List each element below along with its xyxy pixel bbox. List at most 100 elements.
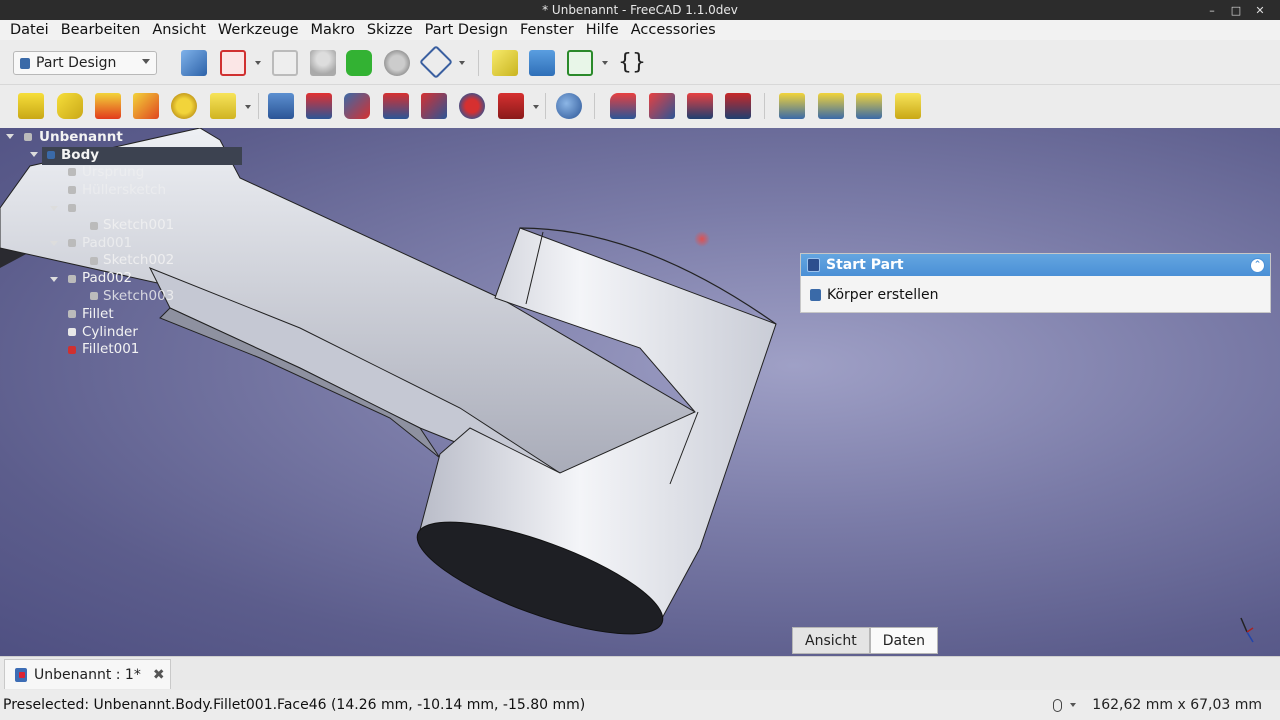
chevron-down-icon[interactable] <box>30 152 38 157</box>
tree-item-fillet001[interactable]: Fillet001 <box>82 341 139 358</box>
document-tabbar: Unbenannt : 1* ✖ <box>0 656 1280 691</box>
pad-icon[interactable] <box>18 93 44 119</box>
toolbar-separator <box>478 50 479 76</box>
close-icon[interactable]: ✕ <box>1254 4 1266 17</box>
menu-hilfe[interactable]: Hilfe <box>580 22 625 38</box>
toolbar-separator <box>764 93 765 119</box>
workbench-label: Part Design <box>36 55 117 71</box>
menu-ansicht[interactable]: Ansicht <box>146 22 212 38</box>
workbench-selector[interactable]: Part Design <box>13 51 157 75</box>
status-right: 162,62 mm x 67,03 mm <box>1053 690 1262 720</box>
tree-item-fillet[interactable]: Fillet <box>82 306 114 323</box>
chevron-down-icon[interactable] <box>1070 703 1077 707</box>
subtractive-loft-icon[interactable] <box>383 93 409 119</box>
task-panel-action[interactable]: Körper erstellen <box>801 276 1270 313</box>
fillet-icon <box>68 310 76 318</box>
pad-icon <box>68 275 76 283</box>
sub-shape-binder-icon[interactable] <box>346 50 372 76</box>
maximize-icon[interactable]: □ <box>1230 4 1242 17</box>
menu-bar: Datei Bearbeiten Ansicht Werkzeuge Makro… <box>0 20 1280 40</box>
part-design-cube-icon <box>20 57 30 69</box>
groove-icon[interactable] <box>344 93 370 119</box>
menu-werkzeuge[interactable]: Werkzeuge <box>212 22 305 38</box>
window-title: * Unbenannt - FreeCAD 1.1.0dev <box>542 3 738 17</box>
linear-pattern-icon[interactable] <box>818 93 844 119</box>
tree-item-origin[interactable]: Ursprung <box>82 164 144 181</box>
3d-viewport[interactable]: Unbenannt Body Ursprung Hüllersketch Ske… <box>0 128 1280 656</box>
chevron-down-icon[interactable] <box>50 277 58 282</box>
chevron-down-icon[interactable] <box>533 105 539 109</box>
draft-icon[interactable] <box>687 93 713 119</box>
tree-document[interactable]: Unbenannt <box>39 129 123 146</box>
menu-makro[interactable]: Makro <box>305 22 361 38</box>
create-body-label: Körper erstellen <box>827 286 939 303</box>
link-icon[interactable] <box>567 50 593 76</box>
group-folder-icon[interactable] <box>529 50 555 76</box>
tree-item-body[interactable]: Body <box>61 147 99 164</box>
tree-item-pad001[interactable]: Pad001 <box>82 235 132 252</box>
tree-item-cylinder[interactable]: Cylinder <box>82 324 138 341</box>
tree-item-sketch002[interactable]: Sketch002 <box>103 252 174 269</box>
clone-icon[interactable] <box>384 50 410 76</box>
tree-item-sketch[interactable]: Hüllersketch <box>82 182 166 199</box>
menu-skizze[interactable]: Skizze <box>361 22 419 38</box>
minimize-icon[interactable]: – <box>1206 4 1218 17</box>
additive-helix-icon[interactable] <box>171 93 197 119</box>
part-icon[interactable] <box>492 50 518 76</box>
shape-binder-icon[interactable] <box>310 50 336 76</box>
thickness-icon[interactable] <box>725 93 751 119</box>
additive-primitive-icon[interactable] <box>210 93 236 119</box>
task-panel-header[interactable]: Start Part ⌃ <box>801 254 1270 276</box>
chevron-down-icon[interactable] <box>50 206 58 211</box>
boolean-icon[interactable] <box>556 93 582 119</box>
menu-bearbeiten[interactable]: Bearbeiten <box>55 22 147 38</box>
revolution-icon[interactable] <box>57 93 83 119</box>
tree-item-pad002[interactable]: Pad002 <box>82 270 132 287</box>
macro-braces-icon[interactable]: {} <box>618 50 646 76</box>
document-tab[interactable]: Unbenannt : 1* ✖ <box>4 659 171 689</box>
pocket-icon[interactable] <box>268 93 294 119</box>
subtractive-primitive-icon[interactable] <box>498 93 524 119</box>
menu-fenster[interactable]: Fenster <box>514 22 580 38</box>
chevron-down-icon[interactable] <box>255 61 261 65</box>
tree-item-sketch001[interactable]: Sketch001 <box>103 217 174 234</box>
chevron-down-icon <box>142 59 150 64</box>
new-sketch-icon[interactable] <box>220 50 246 76</box>
hole-icon[interactable] <box>306 93 332 119</box>
menu-accessories[interactable]: Accessories <box>625 22 722 38</box>
toolbar-separator <box>594 93 595 119</box>
chamfer-icon[interactable] <box>649 93 675 119</box>
additive-pipe-icon[interactable] <box>133 93 159 119</box>
preselection-marker <box>694 231 710 247</box>
close-icon[interactable]: ✖ <box>153 667 165 683</box>
mouse-icon[interactable] <box>1053 698 1063 712</box>
chevron-down-icon[interactable] <box>6 134 14 139</box>
chevron-down-icon[interactable] <box>245 105 251 109</box>
collapse-icon[interactable]: ⌃ <box>1250 258 1265 273</box>
document-icon <box>24 133 32 141</box>
body-icon[interactable] <box>181 50 207 76</box>
mirrored-icon[interactable] <box>779 93 805 119</box>
chevron-down-icon[interactable] <box>50 241 58 246</box>
chevron-down-icon[interactable] <box>602 61 608 65</box>
menu-datei[interactable]: Datei <box>0 22 55 38</box>
additive-loft-icon[interactable] <box>95 93 121 119</box>
chevron-down-icon[interactable] <box>459 61 465 65</box>
origin-icon <box>68 168 76 176</box>
sketch-icon <box>90 292 98 300</box>
status-message: Preselected: Unbenannt.Body.Fillet001.Fa… <box>3 697 586 713</box>
tree-item-sketch003[interactable]: Sketch003 <box>103 288 174 305</box>
tab-daten[interactable]: Daten <box>869 627 939 654</box>
fillet-icon[interactable] <box>610 93 636 119</box>
datum-plane-icon[interactable] <box>419 45 453 79</box>
part-design-cube-icon <box>807 258 820 272</box>
polar-pattern-icon[interactable] <box>856 93 882 119</box>
subtractive-helix-icon[interactable] <box>459 93 485 119</box>
subtractive-pipe-icon[interactable] <box>421 93 447 119</box>
tab-ansicht[interactable]: Ansicht <box>792 627 870 654</box>
validate-sketch-icon[interactable] <box>272 50 298 76</box>
toolbar-separator <box>545 93 546 119</box>
menu-part-design[interactable]: Part Design <box>419 22 514 38</box>
cylinder-icon <box>68 328 76 336</box>
multi-transform-icon[interactable] <box>895 93 921 119</box>
